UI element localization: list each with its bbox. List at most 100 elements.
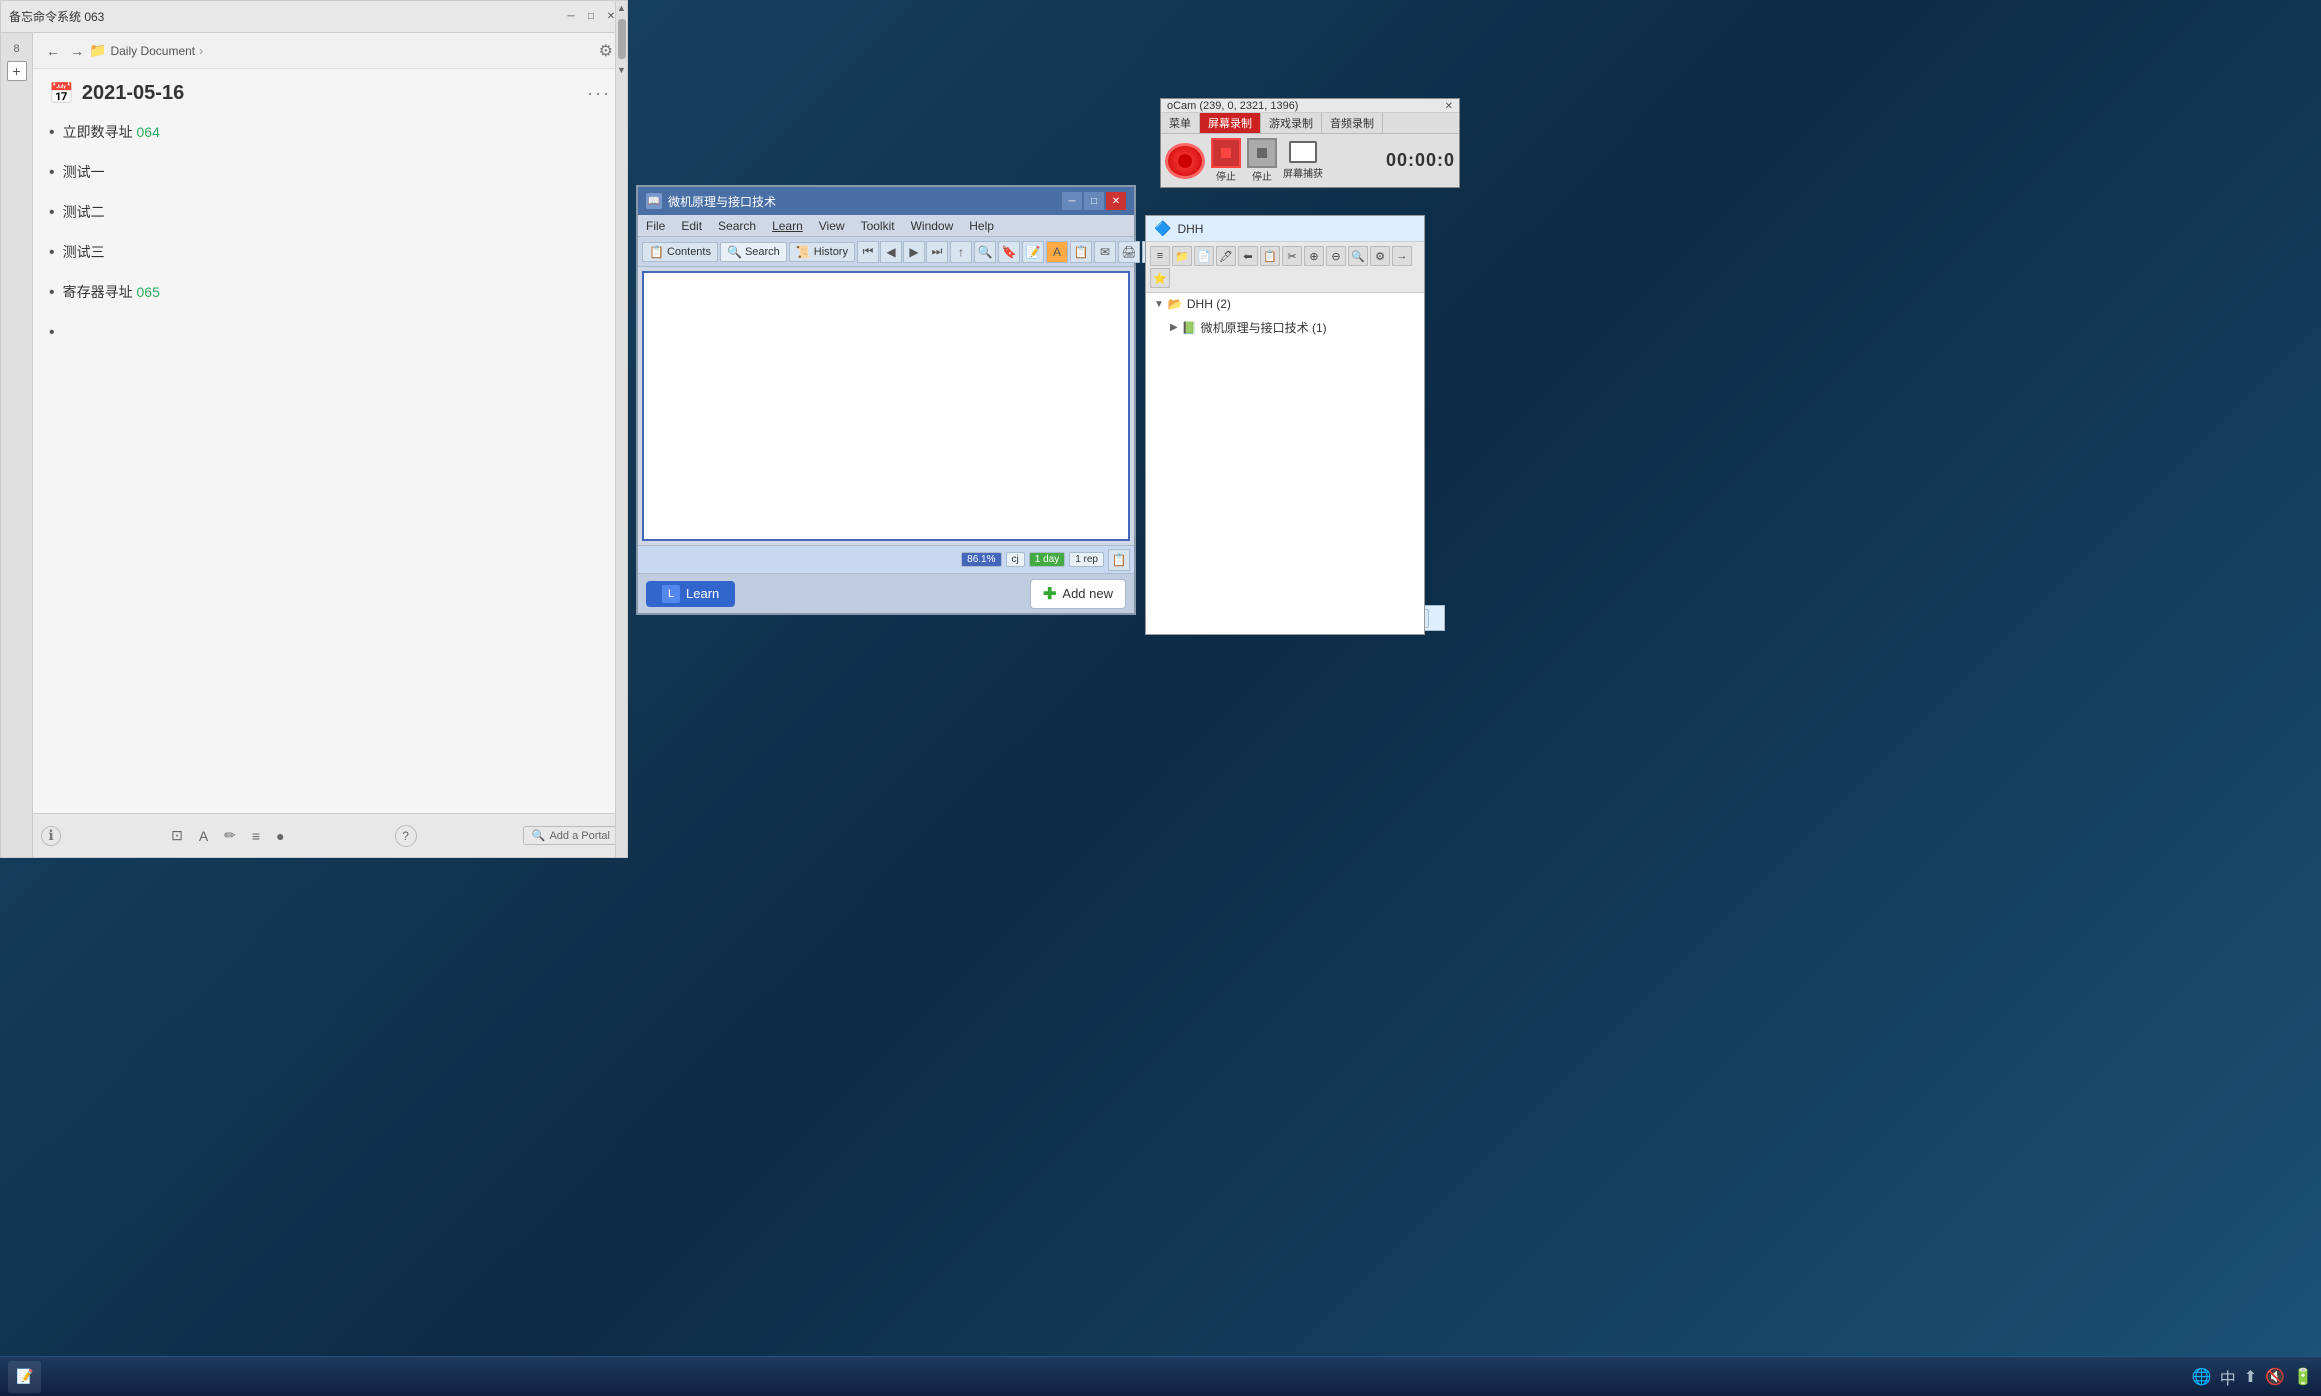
help-window-title: 微机原理与接口技术 [668, 193, 776, 210]
note-scrollbar[interactable]: ▲ ▼ [615, 1, 627, 857]
menu-help[interactable]: Help [965, 217, 998, 235]
taskbar-ime-icon[interactable]: 中 [2220, 1365, 2236, 1389]
nav-bookmark[interactable]: 🔖 [998, 241, 1020, 263]
add-new-button[interactable]: ✚ Add new [1030, 579, 1126, 609]
stop-group: 停止 [1211, 138, 1241, 183]
taskbar-globe-icon[interactable]: 🌐 [2192, 1367, 2212, 1387]
tool-grid-button[interactable]: ⊡ [167, 825, 187, 846]
dhh-tool-8[interactable]: ⊕ [1304, 246, 1324, 266]
dhh-tree-book-label: 微机原理与接口技术 (1) [1201, 319, 1327, 336]
dhh-tool-12[interactable]: → [1392, 246, 1412, 266]
help-content-area [642, 271, 1130, 541]
sidebar-add-button[interactable]: + [7, 61, 27, 81]
dhh-tool-1[interactable]: ≡ [1150, 246, 1170, 266]
dhh-tool-6[interactable]: 📋 [1260, 246, 1280, 266]
dhh-tool-11[interactable]: ⚙ [1370, 246, 1390, 266]
menu-window[interactable]: Window [907, 217, 958, 235]
note-maximize-button[interactable]: □ [583, 9, 599, 25]
nav-up-button[interactable]: ↑ [950, 241, 972, 263]
help-close-button[interactable]: ✕ [1106, 192, 1126, 210]
dhh-tool-9[interactable]: ⊖ [1326, 246, 1346, 266]
nav-note[interactable]: 📝 [1022, 241, 1044, 263]
menu-toolkit[interactable]: Toolkit [857, 217, 899, 235]
note-main-area: ← → 📁 Daily Document › ⚙ 📅 2021-05-16 ··… [33, 33, 627, 857]
dhh-tool-10[interactable]: 🔍 [1348, 246, 1368, 266]
scroll-down-arrow[interactable]: ▼ [616, 63, 628, 77]
book-icon: 📗 [1182, 321, 1197, 335]
dhh-title: DHH [1177, 222, 1203, 236]
add-portal-button[interactable]: 🔍 Add a Portal [523, 826, 619, 845]
stat-extra[interactable]: 📋 [1108, 549, 1130, 571]
learn-button[interactable]: L Learn [646, 581, 735, 607]
history-button[interactable]: 📜 History [789, 242, 855, 262]
list-item: • 测试一 [49, 162, 611, 182]
ocam-tab-audio[interactable]: 音频录制 [1322, 113, 1383, 133]
ocam-tab-screen[interactable]: 屏幕录制 [1200, 113, 1261, 133]
help-minimize-button[interactable]: ─ [1062, 192, 1082, 210]
dhh-tool-5[interactable]: ⬅ [1238, 246, 1258, 266]
nav-last-button[interactable]: ⏭ [926, 241, 948, 263]
menu-learn[interactable]: Learn [768, 217, 807, 235]
learn-icon: L [662, 585, 680, 603]
ocam-title: oCam (239, 0, 2321, 1396) [1167, 100, 1298, 112]
note-link-064[interactable]: 064 [137, 124, 160, 140]
search-button[interactable]: 🔍 Search [720, 242, 787, 262]
dhh-tool-3[interactable]: 📄 [1194, 246, 1214, 266]
menu-search[interactable]: Search [714, 217, 760, 235]
nav-next-button[interactable]: ▶ [903, 241, 925, 263]
stop2-square [1257, 148, 1267, 158]
folder-icon: 📂 [1168, 297, 1183, 311]
help-bottom-bar: L Learn ✚ Add new [638, 573, 1134, 613]
note-link-065[interactable]: 065 [137, 284, 160, 300]
ocam-tab-game[interactable]: 游戏录制 [1261, 113, 1322, 133]
scroll-thumb[interactable] [618, 19, 626, 59]
tool-list-button[interactable]: ≡ [248, 825, 264, 846]
nav-copy[interactable]: 📋 [1070, 241, 1092, 263]
note-item-text: 寄存器寻址 065 [63, 282, 160, 302]
help-maximize-button[interactable]: □ [1084, 192, 1104, 210]
menu-edit[interactable]: Edit [677, 217, 706, 235]
taskbar-note-item[interactable]: 📝 [8, 1361, 41, 1393]
add-portal-label: Add a Portal [549, 830, 610, 842]
ocam-stop2-button[interactable] [1247, 138, 1277, 168]
tool-draw-button[interactable]: ✏ [220, 825, 240, 846]
dhh-tree-dhh[interactable]: ▼ 📂 DHH (2) [1146, 293, 1424, 315]
bullet-icon: • [49, 244, 55, 262]
taskbar-upload-icon[interactable]: ⬆ [2244, 1367, 2257, 1387]
ocam-stop-button[interactable] [1211, 138, 1241, 168]
tool-bullet-button[interactable]: ● [272, 825, 288, 846]
dhh-tool-7[interactable]: ✂ [1282, 246, 1302, 266]
scroll-up-arrow[interactable]: ▲ [616, 1, 628, 15]
tool-text-button[interactable]: A [195, 825, 212, 846]
nav-mail[interactable]: ✉ [1094, 241, 1116, 263]
note-help-button[interactable]: ? [395, 825, 417, 847]
info-button[interactable]: ℹ [41, 826, 61, 846]
note-tools: ⊡ A ✏ ≡ ● [167, 825, 288, 846]
ocam-record-button[interactable] [1165, 143, 1205, 179]
note-content: • 立即数寻址 064 • 测试一 • 测试二 • 测试三 • 寄存器寻址 06… [33, 114, 627, 813]
note-forward-button[interactable]: → [65, 39, 89, 63]
ocam-close-button[interactable]: ✕ [1445, 101, 1453, 112]
dhh-tool-4[interactable]: 🖊 [1216, 246, 1236, 266]
taskbar-battery-icon[interactable]: 🔋 [2293, 1367, 2313, 1387]
contents-button[interactable]: 📋 Contents [642, 242, 718, 262]
dhh-tool-2[interactable]: 📁 [1172, 246, 1192, 266]
nav-print[interactable]: 🖨 [1118, 241, 1140, 263]
expand-icon: ▼ [1154, 299, 1164, 310]
note-back-button[interactable]: ← [41, 39, 65, 63]
plus-icon: ✚ [1043, 584, 1056, 604]
note-more-button[interactable]: ··· [587, 83, 611, 104]
nav-prev-button[interactable]: ◀ [880, 241, 902, 263]
ocam-tab-menu[interactable]: 菜单 [1161, 113, 1200, 133]
dhh-tool-13[interactable]: ⭐ [1150, 268, 1170, 288]
nav-highlight[interactable]: A [1046, 241, 1068, 263]
menu-file[interactable]: File [642, 217, 669, 235]
taskbar-volume-icon[interactable]: 🔇 [2265, 1367, 2285, 1387]
dhh-tree-book[interactable]: ▶ 📗 微机原理与接口技术 (1) [1146, 315, 1424, 340]
ocam-screen-button[interactable]: 屏幕捕获 [1283, 141, 1323, 180]
note-minimize-button[interactable]: ─ [563, 9, 579, 25]
nav-search-small[interactable]: 🔍 [974, 241, 996, 263]
nav-first-button[interactable]: ⏮ [857, 241, 879, 263]
menu-view[interactable]: View [815, 217, 849, 235]
stop2-group: 停止 [1247, 138, 1277, 183]
